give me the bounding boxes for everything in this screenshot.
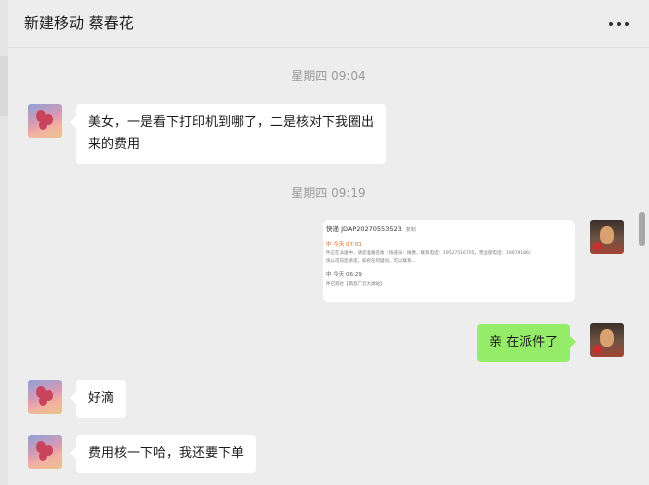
timestamp: 星期四 09:19 — [291, 186, 366, 200]
message-text: 亲 在派件了 — [489, 335, 559, 350]
message-bubble[interactable]: 费用核一下哈，我还要下单 — [69, 435, 257, 473]
message-bubble[interactable]: 亲 在派件了 — [477, 324, 577, 362]
list-item-edge[interactable] — [0, 56, 8, 116]
image-text-line: 快公司向您承诺，如有任何疑问，可以联系... — [326, 259, 416, 264]
message-bubble[interactable]: 好滴 — [69, 380, 127, 418]
message-text: 费用核一下哈，我还要下单 — [88, 446, 245, 461]
image-text-line: 快递 JDAP20270553523 复制 — [326, 225, 416, 233]
fox-avatar-icon[interactable] — [590, 220, 624, 254]
scrollbar[interactable] — [639, 212, 645, 246]
balloon-avatar-icon[interactable] — [28, 380, 62, 414]
chat-title: 新建移动 蔡春花 — [24, 14, 134, 32]
message-text: 好滴 — [88, 391, 115, 406]
more-dots-icon[interactable] — [609, 22, 629, 26]
message-text: 来的费用 — [88, 137, 141, 152]
chat-header: 新建移动 蔡春花 — [8, 0, 649, 48]
message-text: 美女，一是看下打印机到哪了，二是核对下我圈出 — [88, 115, 375, 130]
image-message[interactable]: 快递 JDAP20270553523 复制 中 今天 07:01 件正在派送中，请… — [323, 220, 575, 302]
balloon-avatar-icon[interactable] — [28, 435, 62, 469]
message-bubble[interactable]: 美女，一是看下打印机到哪了，二是核对下我圈出 来的费用 — [69, 104, 387, 164]
image-text-line: 中 今天 07:01 — [326, 242, 362, 248]
image-text-line: 中 今天 06:29 — [326, 272, 362, 278]
timestamp: 星期四 09:04 — [291, 69, 366, 83]
image-text-line: 件正在派送中，请您准备签收（快递员：梅勇，联系电话：19527516705，营业… — [326, 251, 534, 256]
image-text-line: 件已到达【南昌广云大湖站】 — [326, 282, 385, 287]
fox-avatar-icon[interactable] — [590, 323, 624, 357]
balloon-avatar-icon[interactable] — [28, 104, 62, 138]
left-panel-edge — [0, 0, 8, 485]
